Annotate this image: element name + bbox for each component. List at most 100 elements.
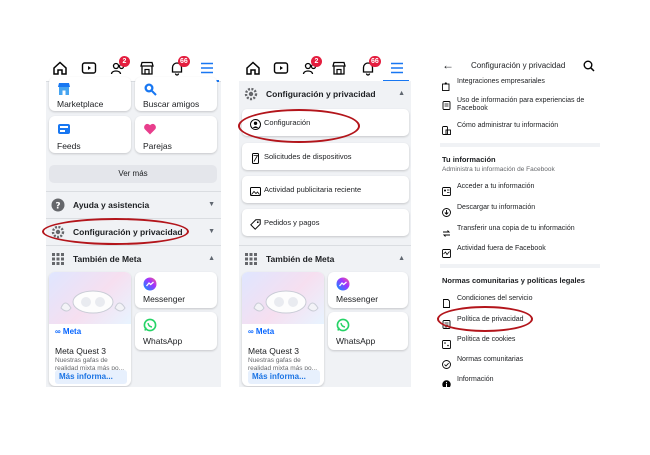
shortcut-dating[interactable]: Parejas [135, 116, 217, 153]
help-support-row[interactable]: ? Ayuda y asistencia ▼ [46, 192, 221, 218]
page-title: Configuración y privacidad [471, 61, 566, 70]
back-arrow-icon[interactable]: ← [442, 58, 454, 72]
bell-icon[interactable]: 66 [169, 56, 190, 76]
see-more-button[interactable]: Ver más [49, 165, 217, 183]
friends-icon[interactable]: 2 [302, 56, 322, 76]
chevron-up-icon: ▲ [208, 255, 215, 262]
vr-headset-image [49, 272, 131, 324]
whatsapp-app-card[interactable]: WhatsApp [328, 312, 408, 350]
friends-badge: 2 [119, 56, 130, 67]
item-label: Configuración [264, 118, 311, 127]
manage-info-icon [442, 122, 451, 135]
messenger-icon [143, 277, 157, 291]
info-doc-icon [442, 97, 451, 110]
also-meta-label: También de Meta [266, 254, 335, 264]
also-meta-label: También de Meta [73, 254, 142, 264]
ad-activity-item[interactable]: Actividad publicitaria reciente [242, 176, 409, 203]
chevron-down-icon: ▼ [208, 228, 215, 235]
also-meta-row[interactable]: También de Meta ▲ [239, 246, 411, 272]
search-icon[interactable] [583, 59, 595, 72]
item-label: Transferir una copia de tu información [457, 225, 575, 232]
item-label: Cómo administrar tu información [457, 122, 559, 129]
item-label: Normas comunitarias [457, 356, 524, 363]
dating-icon [143, 122, 157, 136]
video-icon[interactable] [81, 60, 97, 76]
shortcut-feeds[interactable]: Feeds [49, 116, 131, 153]
transfer-icon [442, 225, 451, 237]
shortcut-marketplace[interactable]: Marketplace [49, 77, 131, 111]
your-info-heading: Tu información [442, 155, 496, 164]
item-label-line2: Facebook [457, 105, 488, 112]
chevron-down-icon: ▼ [208, 201, 215, 208]
meta-logo: ∞ Meta [55, 327, 82, 336]
shortcut-label: Buscar amigos [143, 99, 200, 109]
download-icon [442, 204, 451, 217]
puzzle-icon [442, 78, 451, 91]
menu-icon[interactable] [389, 60, 405, 76]
orders-payments-item[interactable]: Pedidos y pagos [242, 209, 409, 236]
settings-label: Configuración y privacidad [73, 227, 183, 237]
feeds-icon [57, 122, 71, 136]
vr-headset-image [242, 272, 324, 324]
whatsapp-app-card[interactable]: WhatsApp [135, 312, 217, 350]
messenger-app-card[interactable]: Messenger [328, 272, 408, 308]
item-label: Información [457, 376, 494, 383]
svg-text:?: ? [55, 202, 60, 212]
messenger-icon [336, 277, 350, 291]
item-label: Condiciones del servicio [457, 295, 533, 302]
friends-badge: 2 [311, 56, 322, 67]
item-label: Política de privacidad [457, 316, 524, 323]
friends-icon[interactable]: 2 [110, 56, 130, 76]
shortcut-find-friends[interactable]: Buscar amigos [135, 77, 217, 111]
quest-title: Meta Quest 3 [55, 346, 107, 356]
item-label: Actividad publicitaria reciente [264, 185, 362, 194]
help-icon: ? [51, 198, 65, 212]
phone-icon [250, 151, 261, 164]
learn-more-button[interactable]: Más informa... [55, 370, 127, 384]
home-icon[interactable] [52, 60, 68, 76]
meta-quest-card[interactable]: ∞ Meta Meta Quest 3 Nuestras gafas de re… [49, 272, 131, 386]
notifications-badge: 66 [369, 56, 381, 67]
shortcut-label: Feeds [57, 141, 81, 151]
chevron-up-icon: ▲ [398, 255, 405, 262]
shortcut-label: Marketplace [57, 99, 104, 109]
gear-icon [244, 87, 258, 101]
home-icon[interactable] [245, 60, 261, 76]
settings-item[interactable]: Configuración [242, 109, 409, 136]
marketplace-icon [57, 82, 71, 96]
your-info-subtitle: Administra tu información de Facebook [442, 166, 555, 173]
top-nav-bar: 2 66 [239, 55, 411, 82]
settings-privacy-row[interactable]: Configuración y privacidad ▲ [239, 81, 411, 107]
notifications-badge: 66 [178, 56, 190, 67]
item-label: Descargar tu información [457, 204, 536, 211]
chevron-up-icon: ▲ [398, 90, 405, 97]
ad-image-icon [250, 184, 261, 196]
item-label: Actividad fuera de Facebook [457, 245, 546, 252]
apps-grid-icon [244, 252, 258, 266]
messenger-app-card[interactable]: Messenger [135, 272, 217, 308]
meta-quest-card[interactable]: ∞ Meta Meta Quest 3 Nuestras gafas de re… [242, 272, 324, 386]
person-list-icon [442, 183, 451, 196]
app-label: WhatsApp [143, 336, 183, 346]
info-icon [442, 376, 451, 387]
menu-icon[interactable] [199, 60, 215, 76]
marketplace-nav-icon[interactable] [331, 60, 347, 76]
marketplace-nav-icon[interactable] [139, 60, 155, 76]
meta-logo: ∞ Meta [248, 327, 275, 336]
quest-title: Meta Quest 3 [248, 346, 300, 356]
community-legal-heading: Normas comunitarias y políticas legales [442, 276, 585, 285]
activity-icon [442, 245, 451, 258]
item-label: Integraciones empresariales [457, 78, 545, 85]
settings-privacy-row[interactable]: Configuración y privacidad ▼ [46, 219, 221, 245]
whatsapp-icon [143, 318, 157, 332]
tag-icon [250, 217, 261, 230]
also-meta-row[interactable]: También de Meta ▲ [46, 246, 221, 272]
settings-header: ← Configuración y privacidad [436, 55, 604, 77]
learn-more-button[interactable]: Más informa... [248, 370, 320, 384]
bell-icon[interactable]: 66 [360, 56, 381, 76]
video-icon[interactable] [273, 60, 289, 76]
document-icon [442, 295, 451, 308]
item-label: Solicitudes de dispositivos [264, 152, 352, 161]
user-circle-icon [250, 117, 261, 130]
device-requests-item[interactable]: Solicitudes de dispositivos [242, 143, 409, 170]
